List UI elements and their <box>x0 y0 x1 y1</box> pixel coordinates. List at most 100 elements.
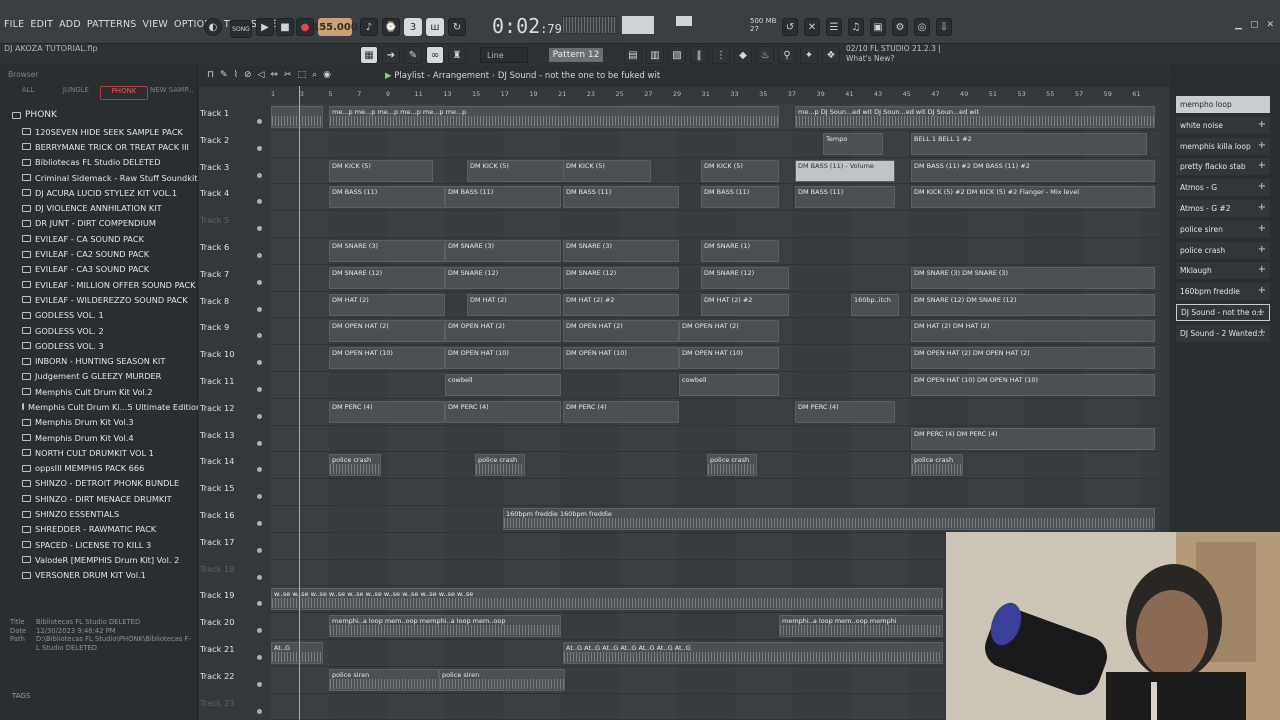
save-icon[interactable]: ▣ <box>870 18 886 36</box>
add-icon[interactable]: + <box>1258 140 1266 151</box>
add-icon[interactable]: + <box>1258 181 1266 192</box>
pattern-clip[interactable]: police crash <box>707 454 757 477</box>
folder-item[interactable]: SPACED - LICENSE TO KILL 3 <box>22 537 198 552</box>
pattern-clip[interactable]: DM KICK (5) <box>329 159 433 182</box>
paint-icon[interactable]: ✎ <box>404 46 422 64</box>
folder-item[interactable]: EVILEAF - WILDEREZZO SOUND PACK <box>22 292 198 307</box>
add-icon[interactable]: + <box>1258 327 1266 338</box>
play-button[interactable]: ▶ <box>256 18 274 36</box>
track-header[interactable]: Track 7 <box>199 265 269 292</box>
track-mute-led[interactable] <box>257 440 262 446</box>
pattern-clip[interactable]: DM SNARE (12) <box>329 266 445 289</box>
pattern-clip[interactable]: memphi..a loop mem..oop memphi..a loop m… <box>329 615 561 638</box>
folder-item[interactable]: Bibliotecas FL Studio DELETED <box>22 155 198 170</box>
track-header[interactable]: Track 8 <box>199 292 269 319</box>
pattern-clip[interactable]: Tempo <box>823 132 883 155</box>
folder-item[interactable]: INBORN - HUNTING SEASON KIT <box>22 353 198 368</box>
pattern-clip[interactable]: DM SNARE (3) DM SNARE (3) <box>911 266 1155 289</box>
track-header[interactable]: Track 6 <box>199 238 269 265</box>
pattern-clip[interactable]: DM BASS (11) - Volume <box>795 159 895 182</box>
tags-label[interactable]: TAGS <box>12 692 30 700</box>
track-header[interactable]: Track 18 <box>199 560 269 587</box>
pattern-clip[interactable]: DM KICK (5) <box>467 159 571 182</box>
track-header[interactable]: Track 16 <box>199 506 269 533</box>
folder-item[interactable]: Criminal Sidemack - Raw Stuff Soundkit <box>22 170 198 185</box>
slice-icon[interactable]: ✂ <box>284 70 292 80</box>
picker-item[interactable]: white noise + <box>1176 116 1270 134</box>
folder-item[interactable]: EVILEAF - CA SOUND PACK <box>22 231 198 246</box>
pattern-clip[interactable]: DM OPEN HAT (10) <box>329 347 445 370</box>
folder-item[interactable]: SHINZO - DETROIT PHONK BUNDLE <box>22 476 198 491</box>
pattern-clip[interactable]: 160bpm freddie 160bpm freddie <box>503 508 1155 530</box>
zoom-icon[interactable]: ⌕ <box>312 70 317 80</box>
track-header[interactable]: Track 10 <box>199 345 269 372</box>
tools-icon[interactable]: ✕ <box>804 18 820 36</box>
restore-icon[interactable]: ▢ <box>1250 20 1259 30</box>
pattern-clip[interactable]: DM HAT (2) <box>467 293 561 316</box>
delete-icon[interactable]: ⊘ <box>244 70 252 80</box>
pattern-clip[interactable]: DM KICK (5) #2 DM KICK (5) #2 Flanger - … <box>911 186 1155 209</box>
track-mute-led[interactable] <box>257 306 262 312</box>
picker-item[interactable]: DJ Sound - not the o... + <box>1176 303 1270 321</box>
track-mute-led[interactable] <box>257 279 262 285</box>
pattern-clip[interactable]: DM BASS (11) #2 DM BASS (11) #2 <box>911 159 1155 182</box>
download-icon[interactable]: ⇩ <box>936 18 952 36</box>
menu-item-patterns[interactable]: PATTERNS <box>87 19 137 30</box>
browser-tab[interactable]: JUNGLE <box>52 86 100 100</box>
track-header[interactable]: Track 4 <box>199 184 269 211</box>
pattern-clip[interactable]: police siren <box>439 668 565 691</box>
track-mute-led[interactable] <box>257 226 262 232</box>
folder-item[interactable]: EVILEAF - CA3 SOUND PACK <box>22 262 198 277</box>
playhead[interactable] <box>299 86 300 720</box>
tempo-tap-icon[interactable]: ♨ <box>756 46 774 64</box>
plugin-icon[interactable]: ⚙ <box>892 18 908 36</box>
folder-item[interactable]: SHINZO ESSENTIALS <box>22 506 198 521</box>
track-header[interactable]: Track 20 <box>199 613 269 640</box>
track-mute-led[interactable] <box>257 574 262 580</box>
pattern-clip[interactable]: DM OPEN HAT (10) <box>563 347 679 370</box>
playlist-icon[interactable]: ▤ <box>624 46 642 64</box>
track-header[interactable]: Track 14 <box>199 452 269 479</box>
stamp-icon[interactable]: ♜ <box>448 46 466 64</box>
folder-item[interactable]: GODLESS VOL. 3 <box>22 338 198 353</box>
track-header[interactable]: Track 19 <box>199 586 269 613</box>
track-mute-led[interactable] <box>257 655 262 660</box>
pattern-clip[interactable]: DM SNARE (12) DM SNARE (12) <box>911 293 1155 316</box>
pattern-clip[interactable]: DM OPEN HAT (10) DM OPEN HAT (10) <box>911 374 1155 396</box>
channel-view-icon[interactable]: ⋮ <box>712 46 730 64</box>
folder-item[interactable]: EVILEAF - MILLION OFFER SOUND PACK <box>22 277 198 292</box>
track-mute-led[interactable] <box>257 172 262 178</box>
pattern-clip[interactable]: At..G <box>271 642 323 664</box>
folder-item[interactable]: BERRYMANE TRICK OR TREAT PACK III <box>22 139 198 154</box>
pattern-clip[interactable]: police crash <box>475 454 525 477</box>
picker-item[interactable]: mempho loop + <box>1176 96 1270 113</box>
pattern-clip[interactable]: DM BASS (11) <box>329 186 445 209</box>
track-mute-led[interactable] <box>257 253 262 258</box>
snap-select[interactable]: Line <box>480 47 528 63</box>
folder-item[interactable]: EVILEAF - CA2 SOUND PACK <box>22 246 198 261</box>
track-mute-led[interactable] <box>257 547 262 553</box>
bird-icon[interactable]: ✦ <box>800 46 818 64</box>
picker-item[interactable]: pretty flacko stab + <box>1176 158 1270 176</box>
pattern-clip[interactable]: me...p DJ Soun...ed wit DJ Soun...ed wit… <box>795 106 1155 128</box>
browser-tab[interactable]: ALL <box>4 86 52 100</box>
track-header[interactable]: Track 1 <box>199 104 269 131</box>
pattern-clip[interactable]: me...p me...p me...p me...p me...p me...… <box>329 106 779 128</box>
pattern-clip[interactable]: DM OPEN HAT (10) <box>679 347 779 370</box>
track-header[interactable]: Track 22 <box>199 667 269 694</box>
add-icon[interactable]: + <box>1258 264 1266 275</box>
track-mute-led[interactable] <box>257 387 262 392</box>
mute-icon[interactable]: ◁ <box>258 70 265 80</box>
fl-news-panel[interactable]: 02/10 FL STUDIO 21.2.3 | What's New? <box>846 44 941 64</box>
pattern-clip[interactable]: DM OPEN HAT (2) DM OPEN HAT (2) <box>911 347 1155 370</box>
magnet-icon[interactable]: ⊓ <box>207 70 214 80</box>
track-header[interactable]: Track 2 <box>199 131 269 158</box>
paint-brush-icon[interactable]: ⌇ <box>234 70 238 80</box>
track-header[interactable]: Track 11 <box>199 372 269 399</box>
pattern-clip[interactable]: police siren <box>329 668 439 691</box>
browser-tab[interactable]: NEW SAMP... <box>148 86 196 100</box>
track-mute-led[interactable] <box>257 333 262 339</box>
chat-icon[interactable]: ◎ <box>914 18 930 36</box>
pattern-clip[interactable]: DM PERC (4) <box>329 400 445 423</box>
pattern-clip[interactable]: DM SNARE (3) <box>445 240 561 262</box>
